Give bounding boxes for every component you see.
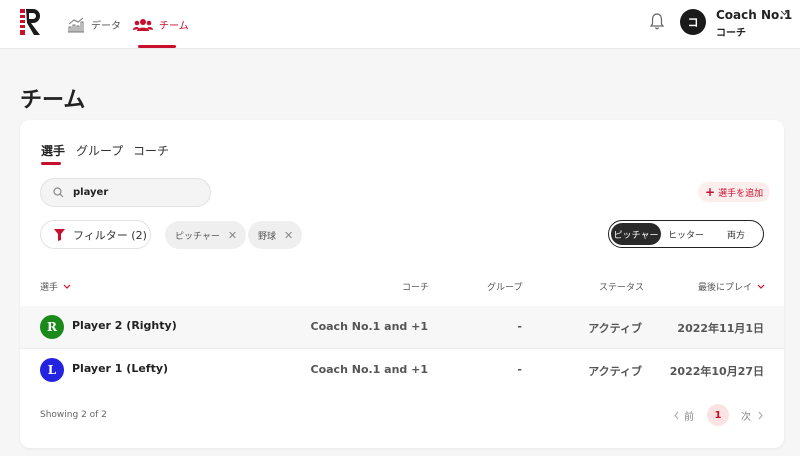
column-header-last-played[interactable]: 最後にプレイ: [698, 280, 765, 293]
close-icon[interactable]: ✕: [228, 230, 237, 241]
nav-data[interactable]: データ: [67, 0, 121, 49]
next-page-label: 次: [741, 411, 751, 423]
player-name[interactable]: Player 1 (Lefty): [72, 362, 168, 375]
column-header-player[interactable]: 選手: [40, 280, 71, 293]
chip-label: ピッチャー: [175, 231, 220, 242]
handedness-badge: L: [40, 358, 64, 382]
table-row[interactable]: L Player 1 (Lefty) Coach No.1 and +1 - ア…: [20, 349, 784, 391]
users-icon: [133, 18, 153, 31]
tab-groups[interactable]: グループ: [76, 142, 123, 159]
chevron-down-icon[interactable]: [780, 10, 789, 16]
header-label: 選手: [40, 283, 59, 293]
filter-button[interactable]: フィルター (2): [40, 220, 151, 249]
segment-pitcher[interactable]: ピッチャー: [611, 223, 661, 245]
result-count: Showing 2 of 2: [40, 410, 107, 420]
player-last-played: 2022年11月1日: [677, 322, 764, 335]
nav-data-label: データ: [91, 21, 121, 32]
handedness-badge: R: [40, 315, 64, 339]
filter-chip: 野球 ✕: [248, 221, 303, 249]
next-page-button[interactable]: 次: [738, 404, 766, 426]
nav-team[interactable]: チーム: [133, 0, 189, 49]
avatar[interactable]: コ: [680, 9, 706, 35]
column-header-group: グループ: [487, 283, 523, 293]
search-box[interactable]: [40, 178, 211, 207]
chart-icon: [68, 17, 84, 32]
chevron-down-icon: [757, 284, 765, 289]
player-coach: Coach No.1 and +1: [310, 363, 429, 376]
position-toggle: ピッチャー ヒッター 両方: [608, 220, 764, 248]
tab-players[interactable]: 選手: [41, 142, 65, 159]
active-nav-indicator: [138, 45, 176, 48]
player-name[interactable]: Player 2 (Righty): [72, 319, 177, 332]
nav-team-label: チーム: [159, 21, 189, 32]
chevron-left-icon: [674, 411, 679, 419]
column-header-coach: コーチ: [402, 283, 430, 293]
current-page[interactable]: 1: [707, 404, 729, 426]
page-title: チーム: [20, 88, 86, 113]
chevron-down-icon: [63, 284, 71, 289]
plus-icon: +: [705, 185, 716, 199]
player-last-played: 2022年10月27日: [669, 365, 764, 378]
app-logo[interactable]: [20, 9, 42, 35]
search-input[interactable]: [73, 187, 193, 198]
segment-hitter[interactable]: ヒッター: [661, 223, 711, 245]
player-status: アクティブ: [588, 322, 642, 335]
filter-icon: [54, 228, 65, 241]
prev-page-button[interactable]: 前: [671, 404, 697, 426]
user-role: コーチ: [716, 28, 746, 39]
player-group: -: [517, 320, 522, 333]
top-nav-bar: データ チーム コ Coach No.1 コーチ: [0, 0, 800, 49]
player-group: -: [517, 363, 522, 376]
chip-label: 野球: [258, 231, 277, 242]
close-icon[interactable]: ✕: [284, 230, 293, 241]
active-tab-indicator: [41, 162, 61, 165]
player-coach: Coach No.1 and +1: [310, 320, 429, 333]
filter-chip: ピッチャー ✕: [165, 221, 247, 249]
team-card: 選手 グループ コーチ + 選手を追加 フィルター (2) ピッチャー ✕ 野球…: [20, 120, 784, 448]
chevron-right-icon: [758, 411, 763, 419]
add-player-button[interactable]: + 選手を追加: [698, 182, 771, 202]
header-label: 最後にプレイ: [698, 283, 753, 293]
column-header-status: ステータス: [599, 283, 645, 293]
search-icon: [53, 187, 64, 198]
player-status: アクティブ: [588, 365, 642, 378]
add-player-label: 選手を追加: [718, 188, 764, 199]
prev-page-label: 前: [684, 411, 694, 423]
table-row[interactable]: R Player 2 (Righty) Coach No.1 and +1 - …: [20, 306, 784, 348]
bell-icon[interactable]: [649, 12, 665, 30]
filter-label: フィルター (2): [73, 228, 147, 242]
tab-coaches[interactable]: コーチ: [133, 142, 169, 159]
segment-both[interactable]: 両方: [711, 223, 761, 245]
